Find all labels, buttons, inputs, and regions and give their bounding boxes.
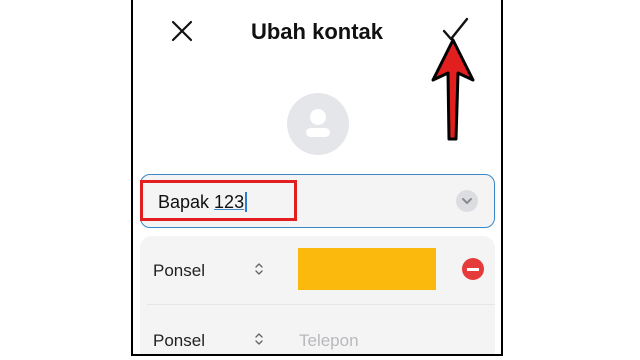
- name-value[interactable]: Bapak 123: [158, 192, 248, 213]
- sort-arrows-icon[interactable]: [254, 332, 264, 346]
- row-divider: [147, 304, 495, 305]
- phone-type-label-2[interactable]: Ponsel: [153, 331, 205, 351]
- phone-type-label-1[interactable]: Ponsel: [153, 261, 205, 281]
- phone-input-placeholder[interactable]: Telepon: [299, 331, 359, 351]
- chevron-down-icon: [462, 198, 472, 204]
- redacted-phone-number[interactable]: [298, 248, 436, 290]
- minus-circle-icon[interactable]: [462, 258, 484, 280]
- person-icon: [306, 109, 330, 137]
- text-cursor: [245, 192, 248, 212]
- expand-button[interactable]: [456, 190, 478, 212]
- annotation-arrow: [431, 38, 475, 141]
- name-suffix: 123: [214, 192, 245, 212]
- name-prefix: Bapak: [158, 192, 215, 212]
- avatar[interactable]: [287, 93, 349, 155]
- edit-contact-screen: Ubah kontak Bapak 123 Ponsel Ponsel Tele…: [131, 0, 503, 356]
- sort-arrows-icon[interactable]: [254, 262, 264, 276]
